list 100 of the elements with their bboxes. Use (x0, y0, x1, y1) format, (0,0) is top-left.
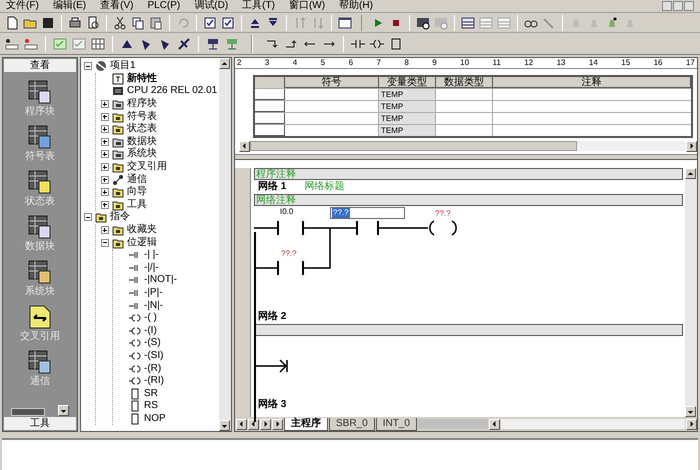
vertical-scrollbar[interactable] (685, 168, 697, 417)
menu-item[interactable]: 帮助(H) (339, 0, 373, 12)
checkbox-icon[interactable] (220, 14, 236, 30)
scroll-right-button[interactable] (686, 140, 697, 152)
menu-item[interactable]: 编辑(E) (52, 0, 86, 12)
tree-item[interactable]: 收藏夹 (127, 224, 157, 236)
row-header[interactable] (255, 89, 285, 100)
tree-item[interactable]: -|P|- (144, 286, 163, 299)
tree-item[interactable]: -|N|- (144, 300, 164, 312)
tree-item[interactable]: 系统块 (127, 148, 157, 160)
tree-item[interactable]: SR (144, 388, 158, 400)
cut-icon[interactable] (112, 14, 128, 30)
address-input-field[interactable]: ??.? (330, 207, 405, 219)
expand-toggle[interactable] (100, 150, 108, 158)
column-header[interactable]: 数据类型 (436, 77, 493, 88)
column-header[interactable]: 变量类型 (379, 77, 436, 88)
sheet-tab[interactable]: INT_0 (376, 418, 417, 430)
maximize-icon[interactable] (673, 1, 683, 11)
expand-toggle[interactable] (84, 62, 92, 70)
menu-item[interactable]: 工具(T) (242, 0, 275, 12)
nav-header[interactable]: 查看 (4, 59, 76, 72)
expand-toggle[interactable] (84, 213, 92, 222)
tree-item[interactable]: 程序块 (127, 98, 157, 110)
table-cell[interactable]: TEMP (379, 125, 436, 136)
scrollbar-thumb[interactable] (250, 141, 577, 151)
tree-item[interactable]: 状态表 (127, 123, 157, 136)
tree-item[interactable]: 项目1 (110, 60, 136, 72)
window-icon[interactable] (337, 14, 353, 30)
table-icon[interactable] (460, 14, 476, 30)
scroll-right-button[interactable] (686, 418, 697, 430)
last-tab-button[interactable] (272, 418, 283, 430)
tree-item[interactable]: -(RI) (144, 375, 164, 388)
first-tab-button[interactable] (236, 418, 247, 430)
row-header[interactable] (255, 101, 285, 112)
tree-item[interactable]: 向导 (127, 186, 147, 198)
tree-item[interactable]: 工具 (127, 198, 147, 211)
network-comment-bar[interactable] (254, 324, 683, 336)
tree-item[interactable]: 位逻辑 (127, 236, 157, 249)
sheet-tab[interactable]: 主程序 (284, 418, 328, 430)
tree-item[interactable]: 新特性 (127, 72, 157, 85)
next-tab-button[interactable] (260, 418, 271, 430)
row-header[interactable] (255, 113, 285, 124)
printer-icon[interactable] (67, 14, 83, 30)
expand-toggle[interactable] (100, 112, 108, 121)
tree-item[interactable]: CPU 226 REL 02.01 (127, 85, 218, 98)
scroll-down-button[interactable] (219, 420, 230, 431)
horizontal-scrollbar[interactable] (500, 419, 685, 429)
expand-toggle[interactable] (100, 176, 108, 184)
scroll-up-button[interactable] (685, 168, 696, 179)
tree-item[interactable]: -| |- (144, 249, 159, 262)
scroll-left-button[interactable] (488, 418, 500, 430)
table-cell[interactable]: TEMP (379, 101, 436, 112)
previous-tab-button[interactable] (248, 418, 259, 430)
scroll-down-button[interactable] (58, 405, 69, 416)
tree-item[interactable]: RS (144, 400, 158, 412)
expand-toggle[interactable] (100, 163, 108, 172)
checkbox-icon[interactable] (202, 14, 218, 30)
nav-footer[interactable]: 工具 (4, 417, 76, 430)
tree-item[interactable]: NOP (144, 412, 166, 425)
table-cell[interactable]: TEMP (379, 89, 436, 100)
menu-item[interactable]: PLC(P) (147, 0, 180, 12)
scroll-down-button[interactable] (685, 406, 696, 417)
column-header[interactable]: 符号 (285, 77, 379, 88)
checklist-icon[interactable] (52, 36, 68, 52)
tree-item[interactable]: -(SI) (144, 350, 164, 362)
checklist-icon[interactable] (71, 36, 87, 52)
copy-icon[interactable] (130, 14, 146, 30)
expand-toggle[interactable] (100, 138, 108, 146)
expand-toggle[interactable] (100, 226, 108, 234)
menu-item[interactable]: 查看(V) (100, 0, 134, 12)
expand-toggle[interactable] (100, 100, 108, 108)
sheet-tab[interactable]: SBR_0 (329, 418, 375, 430)
scroll-left-button[interactable] (239, 140, 250, 152)
table-cell[interactable]: TEMP (379, 113, 436, 124)
scroll-up-button[interactable] (219, 58, 230, 69)
close-icon[interactable] (684, 1, 694, 11)
tree-item[interactable]: 通信 (127, 174, 147, 186)
expand-toggle[interactable] (100, 238, 108, 247)
menu-item[interactable]: 调试(D) (194, 0, 228, 12)
tree-item[interactable]: 数据块 (127, 136, 157, 148)
tree-item[interactable]: -(I) (144, 324, 157, 337)
tree-item[interactable]: 符号表 (127, 110, 157, 123)
minimize-icon[interactable] (662, 1, 672, 11)
tree-item[interactable]: -(S) (144, 337, 161, 350)
tree-item[interactable]: -|NOT|- (144, 274, 177, 286)
row-header[interactable] (255, 125, 285, 136)
column-header[interactable]: 注释 (493, 77, 691, 88)
grid-icon[interactable] (90, 36, 106, 52)
tree-item[interactable]: -|/|- (144, 262, 159, 274)
tree-item[interactable]: -( ) (144, 312, 157, 324)
vertical-scrollbar[interactable] (219, 58, 231, 431)
tree-item[interactable]: -(R) (144, 362, 162, 375)
horizontal-scrollbar[interactable] (250, 141, 686, 151)
expand-toggle[interactable] (100, 188, 108, 196)
expand-toggle[interactable] (100, 125, 108, 134)
expand-toggle[interactable] (100, 200, 108, 209)
tree-item[interactable]: 交叉引用 (127, 161, 167, 174)
network-title[interactable]: 网络标题 (304, 181, 344, 193)
paste-icon[interactable] (148, 14, 164, 30)
tree-item[interactable]: 指令 (110, 211, 130, 224)
